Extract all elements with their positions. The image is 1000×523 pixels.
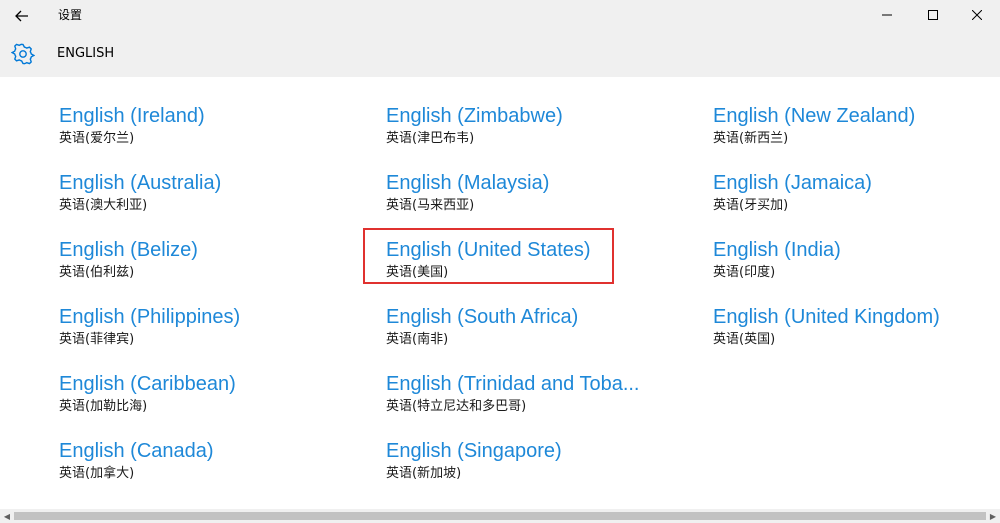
language-item-caribbean[interactable]: English (Caribbean) 英语(加勒比海) xyxy=(59,372,359,422)
language-name: English (Canada) xyxy=(59,440,214,462)
language-list: English (Ireland) 英语(爱尔兰) English (Austr… xyxy=(0,77,1000,509)
language-name: English (Ireland) xyxy=(59,105,205,127)
language-native-name: 英语(澳大利亚) xyxy=(59,198,148,213)
language-item-south-africa[interactable]: English (South Africa) 英语(南非) xyxy=(386,305,686,355)
language-item-ireland[interactable]: English (Ireland) 英语(爱尔兰) xyxy=(59,104,359,154)
horizontal-scrollbar[interactable]: ◀ ▶ xyxy=(0,509,1000,523)
language-name: English (Belize) xyxy=(59,239,198,261)
language-native-name: 英语(英国) xyxy=(713,332,776,347)
language-name: English (Caribbean) xyxy=(59,373,236,395)
minimize-icon xyxy=(882,14,892,16)
language-item-united-kingdom[interactable]: English (United Kingdom) 英语(英国) xyxy=(713,305,1000,355)
scrollbar-thumb[interactable] xyxy=(14,512,986,520)
gear-icon xyxy=(11,43,35,65)
language-item-canada[interactable]: English (Canada) 英语(加拿大) xyxy=(59,439,359,489)
language-native-name: 英语(新加坡) xyxy=(386,466,462,481)
close-button[interactable] xyxy=(954,0,1000,30)
close-icon xyxy=(972,10,982,20)
language-name: English (India) xyxy=(713,239,841,261)
language-name: English (New Zealand) xyxy=(713,105,916,127)
language-native-name: 英语(南非) xyxy=(386,332,449,347)
maximize-button[interactable] xyxy=(910,0,956,30)
page-title: ENGLISH xyxy=(57,46,115,61)
scroll-right-arrow-icon[interactable]: ▶ xyxy=(986,509,1000,523)
language-name: English (Australia) xyxy=(59,172,222,194)
language-native-name: 英语(马来西亚) xyxy=(386,198,475,213)
language-name: English (South Africa) xyxy=(386,306,579,328)
language-item-malaysia[interactable]: English (Malaysia) 英语(马来西亚) xyxy=(386,171,686,221)
title-bar: 设置 xyxy=(0,0,1000,32)
language-item-trinidad-and-tobago[interactable]: English (Trinidad and Toba... 英语(特立尼达和多巴… xyxy=(386,372,686,422)
language-name: English (Philippines) xyxy=(59,306,241,328)
language-native-name: 英语(特立尼达和多巴哥) xyxy=(386,399,527,414)
language-native-name: 英语(印度) xyxy=(713,265,776,280)
language-item-philippines[interactable]: English (Philippines) 英语(菲律宾) xyxy=(59,305,359,355)
language-item-jamaica[interactable]: English (Jamaica) 英语(牙买加) xyxy=(713,171,1000,221)
language-native-name: 英语(加勒比海) xyxy=(59,399,148,414)
settings-window: 设置 ENGLISH English (Ireland) 英语(爱尔兰) Eng… xyxy=(0,0,1000,523)
language-native-name: 英语(爱尔兰) xyxy=(59,131,135,146)
language-native-name: 英语(新西兰) xyxy=(713,131,789,146)
language-item-belize[interactable]: English (Belize) 英语(伯利兹) xyxy=(59,238,359,288)
language-name: English (Malaysia) xyxy=(386,172,550,194)
back-arrow-icon xyxy=(15,10,28,22)
language-name: English (Singapore) xyxy=(386,440,562,462)
language-name: English (Jamaica) xyxy=(713,172,872,194)
language-name: English (United Kingdom) xyxy=(713,306,940,328)
language-native-name: 英语(伯利兹) xyxy=(59,265,135,280)
language-item-zimbabwe[interactable]: English (Zimbabwe) 英语(津巴布韦) xyxy=(386,104,686,154)
highlight-annotation-box xyxy=(363,228,614,284)
maximize-icon xyxy=(928,10,938,20)
back-button[interactable] xyxy=(10,4,34,28)
language-item-australia[interactable]: English (Australia) 英语(澳大利亚) xyxy=(59,171,359,221)
language-native-name: 英语(牙买加) xyxy=(713,198,789,213)
language-name: English (Zimbabwe) xyxy=(386,105,563,127)
language-native-name: 英语(津巴布韦) xyxy=(386,131,475,146)
scroll-left-arrow-icon[interactable]: ◀ xyxy=(0,509,14,523)
page-header: ENGLISH xyxy=(0,32,1000,77)
language-name: English (Trinidad and Toba... xyxy=(386,373,640,395)
minimize-button[interactable] xyxy=(864,0,910,30)
language-item-new-zealand[interactable]: English (New Zealand) 英语(新西兰) xyxy=(713,104,1000,154)
window-title: 设置 xyxy=(58,8,83,22)
language-item-india[interactable]: English (India) 英语(印度) xyxy=(713,238,1000,288)
language-native-name: 英语(菲律宾) xyxy=(59,332,135,347)
language-native-name: 英语(加拿大) xyxy=(59,466,135,481)
language-item-singapore[interactable]: English (Singapore) 英语(新加坡) xyxy=(386,439,686,489)
